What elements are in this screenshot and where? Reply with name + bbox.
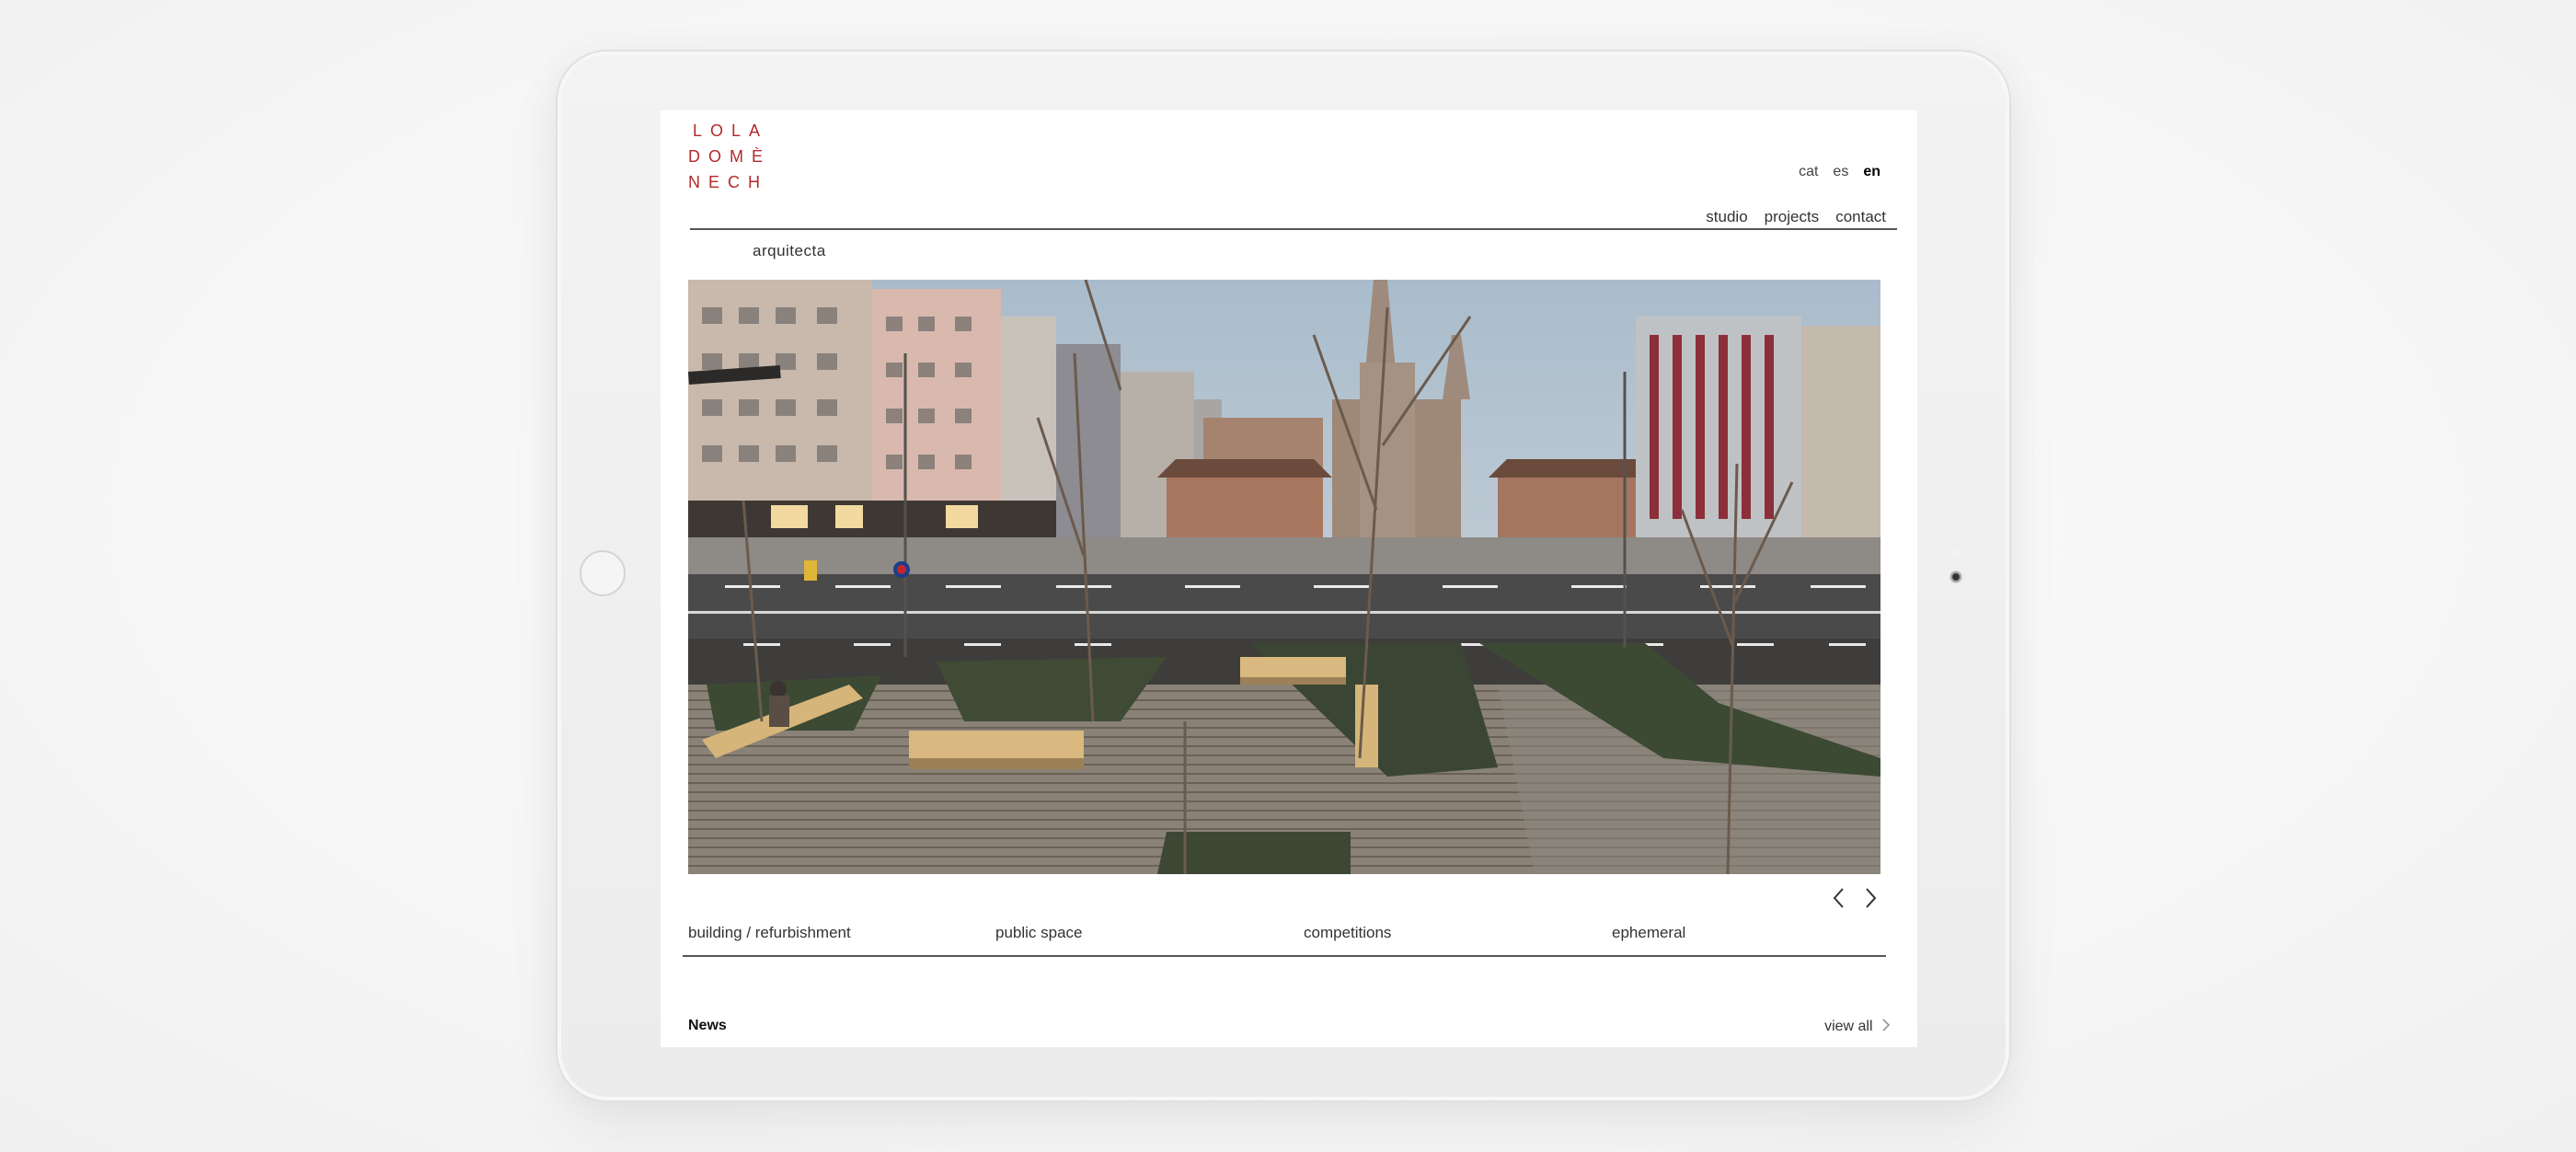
nav-studio[interactable]: studio [1706, 208, 1747, 226]
lang-cat[interactable]: cat [1799, 164, 1818, 180]
logo-line-3: NECH [688, 173, 769, 191]
categories-divider [683, 955, 1886, 957]
logo-line-2: DOMÈ [688, 147, 771, 166]
chevron-right-small-icon [1882, 1019, 1891, 1031]
nav-contact[interactable]: contact [1835, 208, 1886, 226]
view-all-label: view all [1824, 1019, 1873, 1034]
website-screen: LOLA DOMÈ NECH arquitecta cat es en stud… [661, 110, 1917, 1047]
nav-projects[interactable]: projects [1765, 208, 1820, 226]
carousel-controls [1831, 887, 1879, 909]
logo-line-1: LOLA [693, 121, 769, 140]
header-divider [690, 228, 1897, 230]
lang-es[interactable]: es [1833, 164, 1848, 180]
studio-logo[interactable]: LOLA DOMÈ NECH [688, 118, 771, 195]
camera [1949, 570, 1962, 583]
language-switcher: cat es en [1799, 164, 1880, 180]
public-space-photo [688, 280, 1880, 874]
category-public-space[interactable]: public space [995, 924, 1083, 942]
category-ephemeral[interactable]: ephemeral [1612, 924, 1685, 942]
logo-subtitle: arquitecta [753, 242, 826, 259]
news-heading: News [688, 1018, 727, 1033]
view-all-link[interactable]: view all [1824, 1019, 1891, 1035]
home-button [580, 550, 626, 596]
chevron-left-icon[interactable] [1831, 887, 1847, 909]
category-building-refurbishment[interactable]: building / refurbishment [688, 924, 851, 942]
sensor [1952, 548, 1961, 558]
main-nav: studio projects contact [1706, 208, 1886, 226]
hero-image[interactable] [688, 280, 1880, 874]
tablet-frame: LOLA DOMÈ NECH arquitecta cat es en stud… [556, 50, 2011, 1102]
chevron-right-icon[interactable] [1862, 887, 1879, 909]
category-competitions[interactable]: competitions [1304, 924, 1391, 942]
lang-en[interactable]: en [1863, 164, 1880, 180]
